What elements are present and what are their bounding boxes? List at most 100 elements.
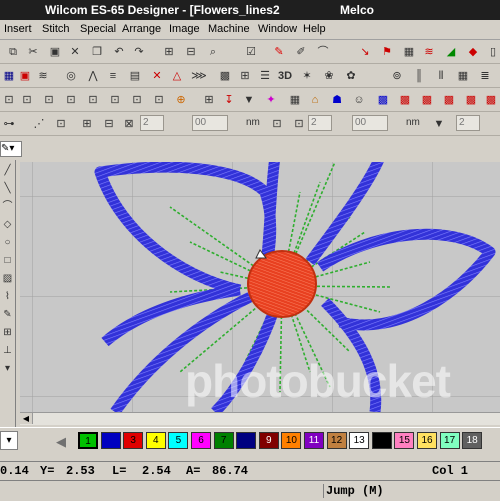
lines-icon[interactable]: ⫴ [432, 66, 450, 84]
grid-icon[interactable]: ⊞ [236, 66, 254, 84]
grid-icon[interactable]: ⊞ [160, 42, 178, 60]
lock-icon[interactable]: ⊡ [268, 114, 286, 132]
grid-icon[interactable]: ▦ [286, 90, 304, 108]
lock-icon[interactable]: ⊡ [290, 114, 308, 132]
arrange-icon[interactable]: ⊡ [52, 114, 70, 132]
wave-icon[interactable]: ⋙ [190, 66, 208, 84]
color-swatch[interactable] [100, 432, 121, 449]
rect-tool-icon[interactable]: □ [1, 254, 14, 268]
menu-window[interactable]: Window [258, 23, 297, 35]
select-tool-icon[interactable]: ▾ [1, 362, 14, 376]
color-swatch[interactable]: 15 [394, 432, 415, 449]
palette-left-icon[interactable]: ◀ [56, 434, 66, 450]
line-tool-icon[interactable]: ╲ [1, 182, 14, 196]
palette-icon[interactable]: ▦ [454, 66, 472, 84]
color-dropdown[interactable]: ✎▾ [0, 141, 22, 157]
color-swatch[interactable]: 3 [123, 432, 144, 449]
color-swatch[interactable]: 7 [213, 432, 234, 449]
grid-icon[interactable]: ▦ [400, 42, 418, 60]
menu-help[interactable]: Help [303, 23, 326, 35]
menu-stitch[interactable]: Stitch [42, 23, 70, 35]
distribute-icon[interactable]: ⊠ [120, 114, 138, 132]
fill-icon[interactable]: ▤ [126, 66, 144, 84]
object-icon[interactable]: ⊡ [128, 90, 146, 108]
color-swatch[interactable]: 12 [326, 432, 347, 449]
object-icon[interactable]: ⊡ [84, 90, 102, 108]
check-icon[interactable]: ☑ [242, 42, 260, 60]
chart-icon[interactable]: ◢ [442, 42, 460, 60]
frame-icon[interactable]: ▩ [440, 90, 458, 108]
lines-icon[interactable]: ≡ [104, 66, 122, 84]
sequence-icon[interactable]: ⊕ [172, 90, 190, 108]
align-icon[interactable]: ⊟ [182, 42, 200, 60]
menu-insert[interactable]: Insert [4, 23, 32, 35]
shape-tool-icon[interactable]: ◇ [1, 218, 14, 232]
flower-icon[interactable]: ❀ [320, 66, 338, 84]
triangle-icon[interactable]: △ [168, 66, 186, 84]
copy-icon[interactable]: ⧉ [4, 42, 22, 60]
circle-icon[interactable]: ◎ [62, 66, 80, 84]
color-swatch[interactable] [236, 432, 257, 449]
frame-icon[interactable]: ▩ [374, 90, 392, 108]
object-icon[interactable]: ⊡ [62, 90, 80, 108]
needle-tool-icon[interactable]: ⌇ [1, 290, 14, 304]
delete-icon[interactable]: ✕ [66, 42, 84, 60]
lines-icon[interactable]: ☰ [256, 66, 274, 84]
color-swatch[interactable]: 10 [281, 432, 302, 449]
color-swatch[interactable]: 13 [349, 432, 370, 449]
x-spinner[interactable]: 2 [308, 115, 332, 131]
horizontal-scrollbar[interactable]: ◀ [20, 412, 500, 425]
color-swatch[interactable]: 11 [304, 432, 324, 449]
color-swatch[interactable]: 16 [417, 432, 437, 449]
cube-icon[interactable]: ▣ [16, 66, 34, 84]
color-swatch[interactable] [371, 432, 392, 449]
text-tool-icon[interactable]: ✎ [1, 308, 14, 322]
people-icon[interactable]: ☺ [350, 90, 368, 108]
distribute-icon[interactable]: ⊞ [78, 114, 96, 132]
frame-icon[interactable]: ▩ [396, 90, 414, 108]
arrow-icon[interactable]: ↧ [220, 90, 238, 108]
measure-tool-icon[interactable]: ⊥ [1, 344, 14, 358]
object-icon[interactable]: ⊡ [0, 90, 18, 108]
design-canvas[interactable]: photobucket [20, 162, 500, 412]
color-swatch[interactable]: 18 [462, 432, 483, 449]
duplicate-icon[interactable]: ❐ [88, 42, 106, 60]
cross-icon[interactable]: ✕ [148, 66, 166, 84]
menu-image[interactable]: Image [169, 23, 200, 35]
scroll-left-icon[interactable]: ◀ [20, 413, 33, 424]
object-icon[interactable]: ⊡ [40, 90, 58, 108]
chain-icon[interactable]: ⊚ [388, 66, 406, 84]
curve-tool-icon[interactable]: ⌒ [1, 200, 14, 214]
frame-icon[interactable]: ▩ [462, 90, 480, 108]
menu-arrange[interactable]: Arrange [122, 23, 161, 35]
spool-icon[interactable]: ⚑ [378, 42, 396, 60]
color-swatch[interactable]: 9 [258, 432, 279, 449]
height-spinner[interactable]: 00 [192, 115, 228, 131]
lines-icon[interactable]: ≣ [476, 66, 494, 84]
arrow-icon[interactable]: ▼ [430, 114, 448, 132]
needle-icon[interactable]: ↘ [356, 42, 374, 60]
menu-machine[interactable]: Machine [208, 23, 250, 35]
object-icon[interactable]: ⊡ [18, 90, 36, 108]
lines-icon[interactable]: ║ [410, 66, 428, 84]
fill-tool-icon[interactable]: ▨ [1, 272, 14, 286]
y-spinner[interactable]: 00 [352, 115, 388, 131]
3d-icon[interactable]: 3D [276, 66, 294, 84]
flower-icon[interactable]: ✿ [342, 66, 360, 84]
object-icon[interactable]: ⊡ [150, 90, 168, 108]
distribute-icon[interactable]: ⊟ [100, 114, 118, 132]
edit-tool-icon[interactable]: ⊞ [1, 326, 14, 340]
house-icon[interactable]: ⌂ [306, 90, 324, 108]
stitch-icon[interactable]: ≋ [34, 66, 52, 84]
grid-icon[interactable]: ▩ [216, 66, 234, 84]
curve-icon[interactable]: ⌒ [314, 42, 332, 60]
paste-icon[interactable]: ▣ [46, 42, 64, 60]
object-icon[interactable]: ⊡ [106, 90, 124, 108]
fan-icon[interactable]: ⋀ [84, 66, 102, 84]
undo-icon[interactable]: ↶ [110, 42, 128, 60]
arrow-icon[interactable]: ▼ [240, 90, 258, 108]
line-tool-icon[interactable]: ╱ [1, 164, 14, 178]
frame-icon[interactable]: ▩ [418, 90, 436, 108]
color-swatch[interactable]: 5 [168, 432, 189, 449]
people-icon[interactable]: ☗ [328, 90, 346, 108]
